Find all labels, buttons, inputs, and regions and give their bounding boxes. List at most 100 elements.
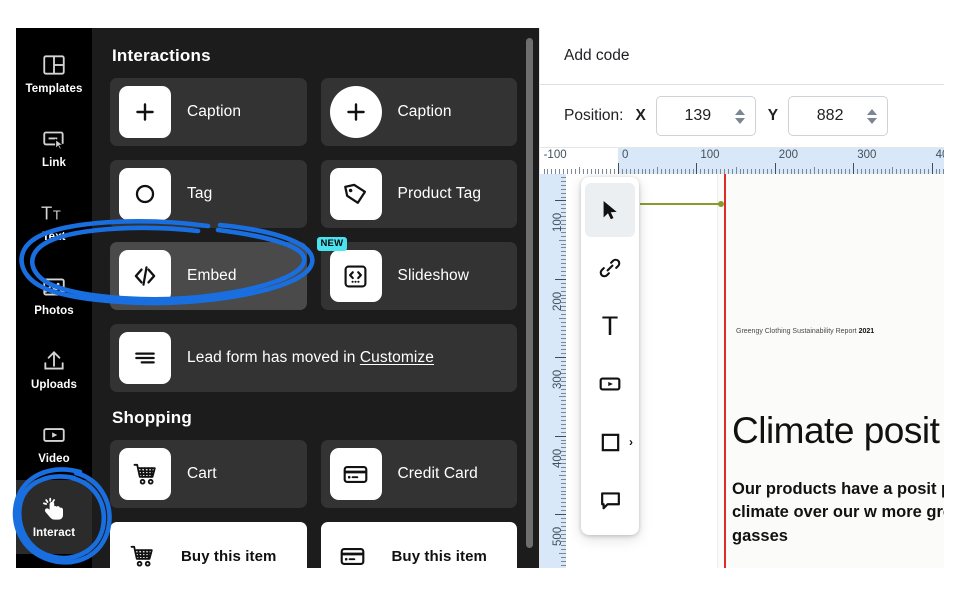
sidebar-item-templates[interactable]: Templates [16,36,92,110]
ruler-tick [892,167,894,174]
sidebar-item-label: Templates [25,82,83,95]
floating-toolbar: T › [581,177,639,535]
sidebar-item-uploads[interactable]: Uploads [16,332,92,406]
ruler-tick [559,318,566,319]
ruler-tick [837,169,839,174]
text-t-icon: T [601,310,619,341]
shopping-card-label: Buy this item [181,547,277,565]
lead-form-notice[interactable]: Lead form has moved in Customize [110,324,517,392]
ruler-tick [849,169,851,174]
shopping-card-buy-cart[interactable]: Buy this item [110,522,307,568]
text-tool[interactable]: T [581,297,639,355]
sidebar-item-label: Interact [32,526,76,539]
ruler-tick [712,169,714,174]
ruler-tick [798,169,800,174]
circle-outline-icon [119,168,171,220]
shopping-card-credit-card[interactable]: Credit Card [320,440,517,508]
ruler-tick [561,349,566,351]
interaction-card-label: Embed [187,267,237,284]
interaction-card-caption-circle[interactable]: Caption [320,78,517,146]
ruler-tick [770,169,772,174]
canvas-area[interactable]: Greengy Clothing Sustainability Report 2… [540,148,944,568]
customize-link[interactable]: Customize [360,349,434,366]
ruler-tick [561,176,566,178]
sidebar-item-link[interactable]: Link [16,110,92,184]
ruler-tick [567,169,568,174]
ruler-tick [841,169,843,174]
link-cursor-icon [41,126,67,152]
interaction-card-product-tag[interactable]: Product Tag [320,160,517,228]
ruler-tick [915,169,917,174]
screenshot-root: Templates Link T T Text Photos Uploads V… [0,0,960,594]
vertical-ruler[interactable]: 100 200 300 400 500 [540,174,566,568]
sidebar-item-text[interactable]: T T Text [16,184,92,258]
y-position-input[interactable]: 882 [788,96,889,136]
left-tool-rail: Templates Link T T Text Photos Uploads V… [16,28,92,568]
ruler-tick [561,267,566,268]
ruler-tick [821,169,823,174]
ruler-tick [555,200,566,202]
ruler-tick [719,169,721,174]
ruler-tick [561,392,566,394]
ruler-tick [708,169,710,174]
shopping-card-cart[interactable]: Cart [110,440,307,508]
ruler-tick [561,333,566,335]
ruler-tick [561,180,566,182]
x-position-input[interactable]: 139 [655,96,756,136]
ruler-tick [935,169,937,174]
shopping-card-buy-credit-card[interactable]: Buy this item [320,522,517,568]
ruler-tick [802,169,804,174]
chevron-right-icon: › [629,435,633,449]
sidebar-item-photos[interactable]: Photos [16,258,92,332]
ruler-tick [853,163,855,174]
ruler-tick [876,169,878,174]
ruler-tick [665,169,666,174]
ruler-tick [561,470,566,472]
shape-tool[interactable]: › [581,413,639,471]
sidebar-item-video[interactable]: Video [16,406,92,480]
ruler-tick [561,561,566,562]
ruler-tick [598,169,600,174]
ruler-tick [684,169,686,174]
ruler-tick [912,169,913,174]
interaction-card-slideshow[interactable]: NEW Slideshow [316,237,517,310]
ruler-tick [657,167,659,174]
y-position-value: 882 [816,107,844,124]
ruler-tick [561,286,566,288]
ruler-tick [857,169,859,174]
link-tool[interactable] [581,239,639,297]
position-controls: Position: X 139 Y 882 [540,85,944,148]
panel-scrollbar[interactable] [526,36,533,556]
ruler-tick [739,169,741,174]
select-cursor-tool[interactable] [585,183,635,237]
ruler-tick [747,169,749,174]
panel-scrollbar-thumb[interactable] [526,38,533,548]
interaction-card-embed[interactable]: Embed [110,242,307,310]
ruler-tick [900,169,902,174]
ruler-tick [735,167,737,174]
video-tool[interactable] [581,355,639,413]
sidebar-item-interact[interactable]: Interact [16,480,92,554]
ruler-tick [578,167,580,174]
horizontal-ruler[interactable]: -100 0 100 200 300 40 [540,148,944,174]
ruler-tick [590,169,592,174]
ruler-tick [561,325,566,327]
ruler-tick [716,169,717,174]
sidebar-item-label: Photos [34,304,74,317]
interaction-card-label: Product Tag [397,185,482,202]
credit-card-icon [329,448,382,500]
ruler-tick [602,169,604,174]
comment-tool[interactable] [581,471,639,529]
ruler-tick [561,416,566,417]
ruler-tick [884,169,886,174]
x-stepper[interactable] [734,108,745,124]
ruler-tick [610,169,612,174]
ruler-tick [561,353,566,355]
interactions-panel: Interactions Caption Caption Tag Product… [92,28,539,568]
ruler-tick [561,521,566,523]
ruler-tick [676,169,678,174]
ruler-label-h: 100 [700,149,720,161]
interaction-card-tag[interactable]: Tag [110,160,307,228]
y-stepper[interactable] [867,108,878,124]
interaction-card-caption-square[interactable]: Caption [110,78,307,146]
